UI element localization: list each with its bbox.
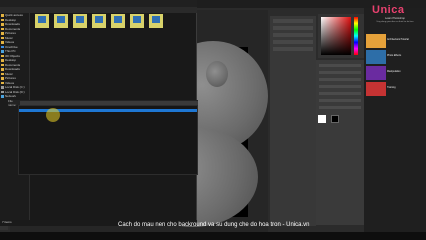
properties-panel	[316, 60, 364, 225]
hue-slider[interactable]	[354, 17, 358, 55]
folder-icon	[1, 54, 4, 57]
course-card[interactable]: Manipulation	[366, 66, 424, 80]
photoshop-file-icon	[35, 14, 49, 28]
photoshop-file-icon	[149, 14, 163, 28]
folder-icon	[1, 77, 4, 80]
photoshop-file-icon	[130, 14, 144, 28]
course-thumbnail	[366, 82, 386, 96]
brand-logo: Unica	[372, 4, 405, 16]
color-picker-panel[interactable]	[318, 14, 364, 58]
panel-row[interactable]	[273, 33, 313, 37]
windows-taskbar	[0, 232, 426, 240]
psd-file[interactable]	[109, 14, 127, 40]
course-label: Training	[387, 86, 396, 89]
folder-icon	[1, 14, 4, 17]
folder-icon	[1, 68, 4, 71]
drive-icon	[1, 86, 4, 89]
background-swatch[interactable]	[330, 115, 339, 123]
panel-row[interactable]	[273, 40, 313, 44]
folder-icon	[1, 72, 4, 75]
photoshop-file-icon	[54, 14, 68, 28]
folder-icon	[1, 23, 4, 26]
property-row[interactable]	[319, 78, 361, 81]
property-row[interactable]	[319, 85, 361, 88]
panel-row[interactable]	[273, 26, 313, 30]
file-grid	[33, 14, 195, 104]
cloud-icon	[1, 45, 4, 48]
course-card[interactable]: Training	[366, 82, 424, 96]
property-row[interactable]	[319, 64, 361, 67]
photoshop-file-icon	[111, 14, 125, 28]
network-icon	[1, 95, 4, 98]
saturation-field[interactable]	[321, 17, 351, 55]
course-label: Architectural Tutorial	[387, 38, 409, 41]
course-label: Manipulation	[387, 70, 401, 73]
photoshop-file-icon	[73, 14, 87, 28]
psd-file[interactable]	[52, 14, 70, 40]
brand-subtitle: Ung dung giao dien va thiet ke do hoa	[376, 21, 414, 23]
ps-side-panel	[270, 16, 316, 226]
folder-icon	[1, 59, 4, 62]
brand-title: Learn Photoshop	[385, 17, 405, 20]
course-thumbnail	[366, 66, 386, 80]
property-row[interactable]	[319, 99, 361, 102]
photoshop-file-icon	[92, 14, 106, 28]
folder-icon	[1, 27, 4, 30]
filename-input[interactable]	[20, 100, 198, 105]
explorer-titlebar[interactable]	[0, 0, 197, 7]
course-thumbnail	[366, 50, 386, 64]
video-caption: Cach do mau nen cho backround va su dung…	[118, 222, 310, 228]
cursor-highlight	[46, 108, 60, 122]
course-card[interactable]: Architectural Tutorial	[366, 34, 424, 48]
property-row[interactable]	[319, 92, 361, 95]
folder-icon	[1, 36, 4, 39]
property-row[interactable]	[319, 71, 361, 74]
psd-file[interactable]	[71, 14, 89, 40]
panel-row[interactable]	[273, 19, 313, 23]
fur-image-ear	[206, 61, 228, 87]
folder-icon	[1, 18, 4, 21]
psd-file[interactable]	[128, 14, 146, 40]
folder-icon	[1, 81, 4, 84]
psd-file[interactable]	[147, 14, 165, 40]
drive-icon	[1, 90, 4, 93]
psd-file[interactable]	[33, 14, 51, 40]
list-item[interactable]	[19, 167, 197, 170]
autocomplete-list	[18, 105, 198, 175]
foreground-swatch[interactable]	[318, 115, 326, 123]
course-thumbnail	[366, 34, 386, 48]
property-row[interactable]	[319, 106, 361, 109]
folder-icon	[1, 41, 4, 44]
folder-icon	[1, 63, 4, 66]
panel-row[interactable]	[273, 47, 313, 51]
folder-icon	[1, 32, 4, 35]
psd-file[interactable]	[90, 14, 108, 40]
course-label: Photo Effects	[387, 54, 402, 57]
course-card[interactable]: Photo Effects	[366, 50, 424, 64]
computer-icon	[1, 50, 4, 53]
